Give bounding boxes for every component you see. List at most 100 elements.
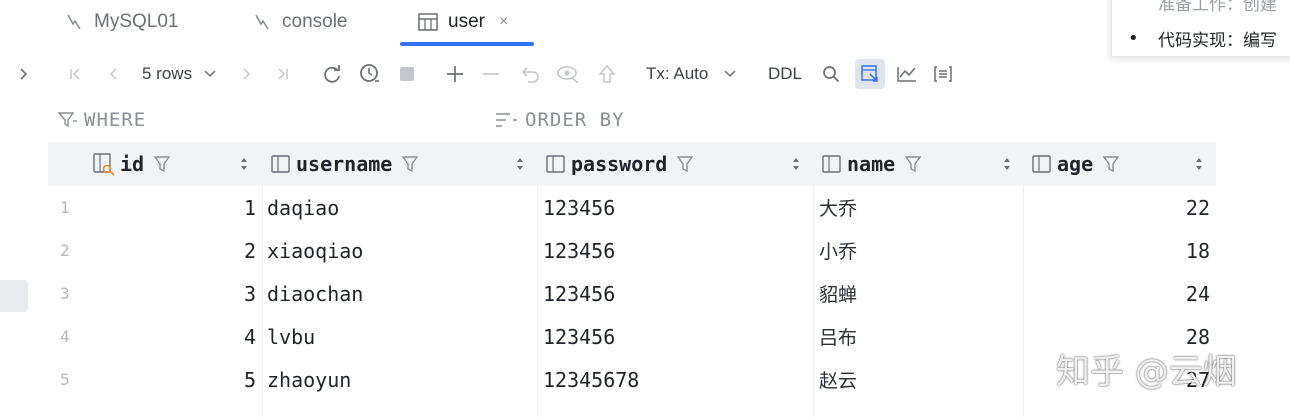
cell-name[interactable]: 吕布 (819, 315, 857, 358)
refresh-icon[interactable] (318, 56, 346, 92)
tab-user[interactable]: user × (418, 0, 508, 44)
popup-line: 准备工作：创建 (1158, 0, 1277, 15)
rows-selector[interactable]: 5 rows (142, 56, 216, 92)
cell-password[interactable]: 123456 (543, 229, 615, 272)
close-icon[interactable]: × (499, 13, 508, 31)
column-filter-icon[interactable] (402, 155, 419, 173)
cell-username[interactable]: daqiao (267, 186, 339, 229)
table-row[interactable]: 4 4 lvbu 123456 吕布 28 (0, 315, 1220, 358)
column-icon (821, 154, 843, 174)
watermark: 知乎 @云烟 (1056, 352, 1237, 392)
expand-chevron-icon[interactable] (14, 56, 34, 92)
next-page-icon[interactable] (234, 56, 258, 92)
stop-icon[interactable] (394, 56, 420, 92)
layout-settings-icon[interactable] (930, 56, 956, 92)
tab-label: MySQL01 (94, 11, 179, 32)
cell-name[interactable]: 小乔 (819, 229, 857, 272)
sort-lines-icon (495, 111, 519, 129)
submit-icon[interactable] (594, 56, 620, 92)
first-page-icon[interactable] (64, 56, 88, 92)
ddl-button[interactable]: DDL (768, 56, 802, 92)
filter-icon (58, 111, 78, 129)
cell-password[interactable]: 123456 (543, 186, 615, 229)
grid-header: id username password name age (48, 142, 1216, 186)
row-number: 3 (60, 284, 70, 303)
add-row-icon[interactable] (442, 56, 468, 92)
table-row[interactable]: 2 2 xiaoqiao 123456 小乔 18 (0, 229, 1220, 272)
column-label: age (1057, 152, 1094, 176)
table-row[interactable]: 1 1 daqiao 123456 大乔 22 (0, 186, 1220, 229)
row-number: 2 (60, 241, 70, 260)
cell-id[interactable]: 3 (200, 272, 256, 315)
previous-page-icon[interactable] (102, 56, 126, 92)
primary-key-icon (92, 152, 116, 176)
sort-icon[interactable] (1195, 142, 1203, 186)
column-filter-icon[interactable] (1103, 155, 1120, 173)
cell-username[interactable]: zhaoyun (267, 358, 351, 401)
where-filter[interactable]: WHERE (58, 106, 146, 134)
table-row[interactable]: 3 3 diaochan 123456 貂蝉 24 (0, 272, 1220, 315)
grid-toolbar: 5 rows Tx: Auto DDL (0, 56, 1100, 92)
view-mode-icon[interactable] (855, 59, 885, 89)
popup-bullet: • (1128, 28, 1139, 49)
table-row[interactable]: 5 5 zhaoyun 12345678 赵云 27 (0, 358, 1220, 401)
tx-label: Tx: Auto (646, 64, 709, 83)
cell-id[interactable]: 4 (200, 315, 256, 358)
popup-line: 代码实现：编写 (1158, 31, 1277, 51)
search-icon[interactable] (818, 56, 844, 92)
sort-icon[interactable] (1003, 142, 1011, 186)
cell-password[interactable]: 12345678 (543, 358, 639, 401)
column-header-username[interactable]: username (270, 142, 419, 186)
column-label: username (296, 152, 393, 176)
cell-id[interactable]: 2 (200, 229, 256, 272)
order-by-label: ORDER BY (525, 109, 625, 131)
cell-name[interactable]: 貂蝉 (819, 272, 857, 315)
row-number: 5 (60, 370, 70, 389)
cell-username[interactable]: lvbu (267, 315, 315, 358)
column-icon (270, 154, 292, 174)
rows-label: 5 rows (142, 64, 193, 83)
sort-icon[interactable] (240, 142, 248, 186)
transaction-mode-selector[interactable]: Tx: Auto (646, 56, 736, 92)
column-header-age[interactable]: age (1031, 142, 1120, 186)
chevron-down-icon (724, 70, 736, 78)
tab-label: console (282, 11, 348, 32)
cell-name[interactable]: 赵云 (819, 358, 857, 401)
column-icon (1031, 154, 1053, 174)
column-filter-icon[interactable] (905, 155, 922, 173)
column-header-name[interactable]: name (821, 142, 922, 186)
column-header-id[interactable]: id (92, 142, 171, 186)
preview-changes-icon[interactable] (554, 56, 582, 92)
history-clock-icon[interactable] (356, 56, 384, 92)
column-filter-icon[interactable] (154, 155, 171, 173)
cell-id[interactable]: 5 (200, 358, 256, 401)
tooltip-popup: 准备工作：创建 • 代码实现：编写 (1111, 0, 1290, 57)
cell-id[interactable]: 1 (200, 186, 256, 229)
chart-icon[interactable] (894, 56, 920, 92)
cell-username[interactable]: diaochan (267, 272, 363, 315)
column-filter-icon[interactable] (677, 155, 694, 173)
cell-age[interactable]: 24 (1100, 272, 1210, 315)
side-panel-handle[interactable] (0, 280, 28, 312)
cell-name[interactable]: 大乔 (819, 186, 857, 229)
column-label: password (571, 152, 668, 176)
tab-label: user (448, 11, 485, 32)
sort-icon[interactable] (792, 142, 800, 186)
console-icon (252, 12, 272, 32)
delete-row-icon[interactable] (478, 56, 504, 92)
column-icon (545, 154, 567, 174)
tab-mysql01[interactable]: MySQL01 (64, 0, 178, 44)
cell-password[interactable]: 123456 (543, 272, 615, 315)
order-by-filter[interactable]: ORDER BY (495, 106, 625, 134)
tab-console[interactable]: console (252, 0, 348, 44)
revert-icon[interactable] (518, 56, 544, 92)
row-number: 4 (60, 327, 70, 346)
cell-password[interactable]: 123456 (543, 315, 615, 358)
column-header-password[interactable]: password (545, 142, 694, 186)
cell-username[interactable]: xiaoqiao (267, 229, 363, 272)
sort-icon[interactable] (516, 142, 524, 186)
where-label: WHERE (84, 109, 147, 131)
cell-age[interactable]: 18 (1100, 229, 1210, 272)
cell-age[interactable]: 22 (1100, 186, 1210, 229)
last-page-icon[interactable] (270, 56, 294, 92)
